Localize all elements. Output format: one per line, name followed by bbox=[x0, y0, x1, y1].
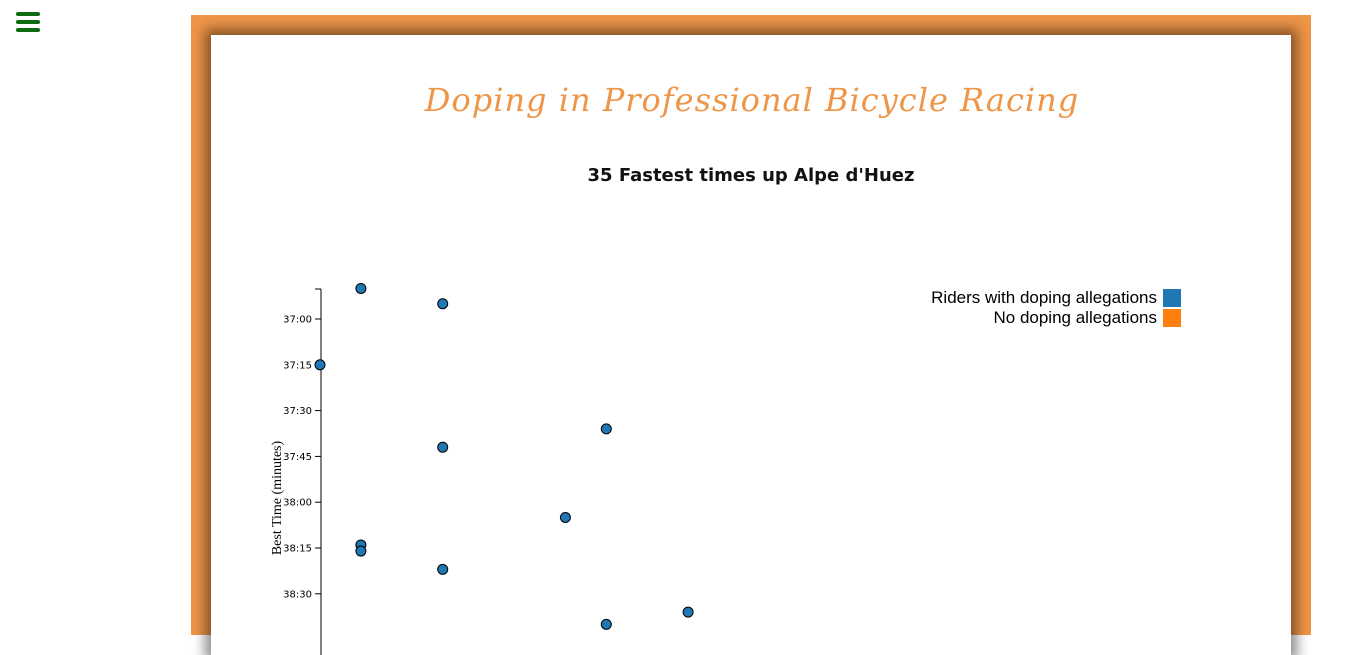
chart-frame: Doping in Professional Bicycle Racing 35… bbox=[191, 15, 1311, 655]
chart-card: Doping in Professional Bicycle Racing 35… bbox=[211, 35, 1291, 655]
data-points bbox=[314, 282, 694, 630]
legend-label: No doping allegations bbox=[993, 308, 1157, 327]
legend-swatch bbox=[1163, 309, 1181, 327]
y-tick-label: 38:30 bbox=[283, 589, 312, 600]
data-point bbox=[437, 563, 449, 575]
data-point bbox=[437, 298, 449, 310]
scatter-chart: 37:00 37:15 37:30 37:45 38:00 38:15 38:30 Best … bbox=[270, 282, 1181, 655]
data-point bbox=[600, 618, 612, 630]
y-axis-label: Best Time (minutes) bbox=[270, 440, 285, 555]
data-point bbox=[437, 441, 449, 453]
data-point bbox=[600, 423, 612, 435]
y-tick-label: 38:15 bbox=[283, 544, 312, 555]
y-tick-label: 38:00 bbox=[283, 498, 312, 509]
y-tick-label: 37:30 bbox=[283, 406, 312, 417]
menu-bar-top bbox=[16, 12, 40, 16]
y-tick-label: 37:15 bbox=[283, 360, 312, 371]
legend: Riders with doping allegationsNo doping … bbox=[931, 288, 1181, 327]
data-point bbox=[355, 545, 367, 557]
legend-label: Riders with doping allegations bbox=[931, 288, 1157, 307]
y-tick-label: 37:00 bbox=[283, 315, 312, 326]
menu-bar-middle bbox=[16, 20, 40, 24]
data-point bbox=[314, 359, 326, 371]
legend-swatch bbox=[1163, 289, 1181, 307]
data-point bbox=[355, 282, 367, 294]
data-point bbox=[559, 511, 571, 523]
y-tick-label: 37:45 bbox=[283, 452, 312, 463]
y-axis: 37:00 37:15 37:30 37:45 38:00 38:15 38:30 Best … bbox=[270, 288, 322, 655]
menu-bar-bottom bbox=[16, 28, 40, 32]
hamburger-menu-icon[interactable] bbox=[14, 12, 42, 34]
data-point bbox=[682, 606, 694, 618]
